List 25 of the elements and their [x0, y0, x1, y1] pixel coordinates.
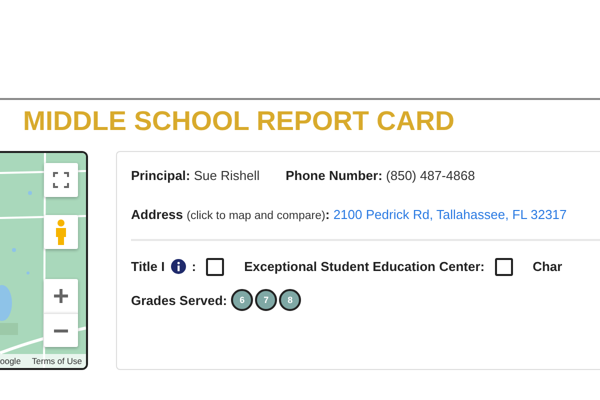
person-icon [55, 219, 67, 245]
plus-icon [53, 288, 69, 304]
colon-text: : [192, 258, 196, 276]
info-icon[interactable] [170, 259, 186, 274]
terms-link[interactable]: Terms of Use [32, 354, 82, 368]
fullscreen-icon [53, 172, 69, 188]
fullscreen-button[interactable] [44, 163, 78, 197]
phone-text: Phone Number: (850) 487-4868 [286, 167, 475, 185]
zoom-in-button[interactable] [44, 279, 78, 313]
principal-text: Principal: Sue Rishell [131, 167, 260, 185]
page-title: MIDDLE SCHOOL REPORT CARD [23, 105, 456, 137]
map-attribution: oogle [0, 354, 21, 368]
grade-badge: 7 [255, 289, 278, 312]
flag-label: Char [532, 258, 562, 276]
address-label: Address (click to map and compare): [131, 206, 330, 222]
flag-label: Exceptional Student Education Center: [244, 258, 485, 276]
grades-label: Grades Served: [131, 292, 228, 310]
flag-label: Title I [131, 258, 165, 276]
minus-icon [53, 328, 69, 332]
address-link[interactable]: 2100 Pedrick Rd, Tallahassee, FL 32317 [333, 206, 567, 222]
grade-badge: 8 [279, 289, 302, 312]
zoom-out-button[interactable] [44, 313, 78, 347]
checkbox[interactable] [206, 258, 224, 276]
grade-badge: 6 [231, 289, 254, 312]
checkbox[interactable] [494, 258, 513, 276]
